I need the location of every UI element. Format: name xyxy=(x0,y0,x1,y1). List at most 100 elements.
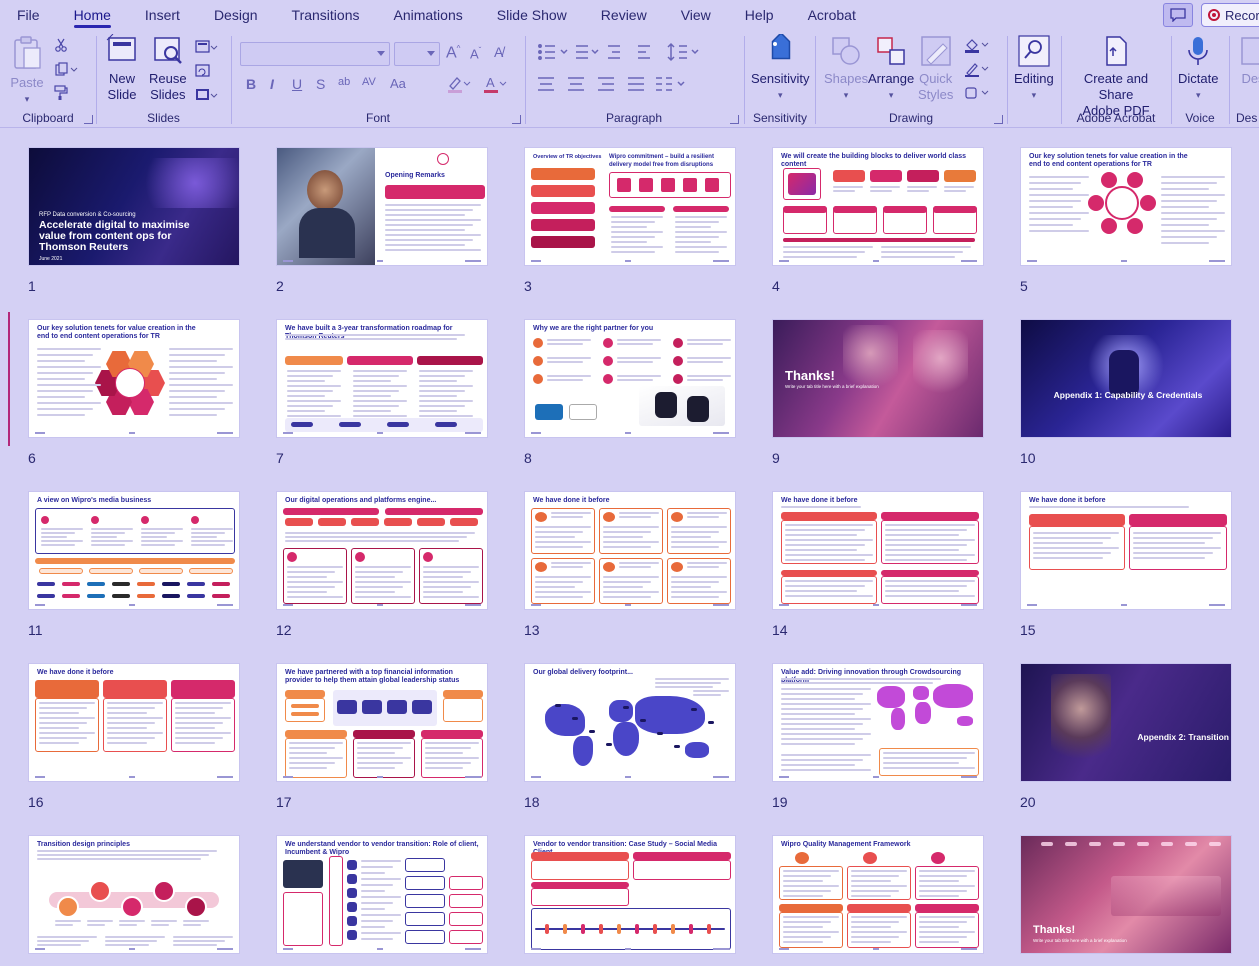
increase-font-size-icon[interactable]: A^ xyxy=(446,44,460,62)
slide-thumbnail[interactable]: A view on Wipro's media business 11 xyxy=(28,491,242,638)
shape-outline-button[interactable] xyxy=(962,60,992,78)
sensitivity-button[interactable]: Sensitivity ▾ xyxy=(751,34,810,103)
slide-preview[interactable]: Our global delivery footprint... xyxy=(524,663,736,782)
italic-icon[interactable]: I xyxy=(270,76,274,92)
tab-animations[interactable]: Animations xyxy=(376,0,479,30)
slide-preview[interactable]: We have done it before xyxy=(524,491,736,610)
slide-thumbnail[interactable]: Overview of TR objectives Wipro commitmen… xyxy=(524,147,738,294)
tab-help[interactable]: Help xyxy=(728,0,791,30)
slide-preview[interactable]: We have done it before xyxy=(772,491,984,610)
slide-thumbnail[interactable]: Thanks! Write your tab title here with a … xyxy=(772,319,986,466)
tab-acrobat[interactable]: Acrobat xyxy=(791,0,873,30)
slide-thumbnail[interactable]: We will create the building blocks to de… xyxy=(772,147,986,294)
reuse-slides-button[interactable]: Reuse Slides xyxy=(149,34,187,103)
tab-file[interactable]: File xyxy=(0,0,57,30)
slide-preview[interactable]: Appendix 2: Transition xyxy=(1020,663,1232,782)
slide-preview[interactable]: We have done it before xyxy=(28,663,240,782)
layout-button[interactable] xyxy=(193,38,221,56)
cut-button[interactable] xyxy=(52,36,70,54)
shapes-button[interactable]: Shapes ▾ xyxy=(824,34,868,103)
font-color-button[interactable]: A xyxy=(482,74,508,94)
slide-preview[interactable]: Overview of TR objectives Wipro commitmen… xyxy=(524,147,736,266)
slide-preview[interactable]: RFP Data conversion & Co-sourcing Acceler… xyxy=(28,147,240,266)
slide-thumbnail[interactable]: We have done it before 16 xyxy=(28,663,242,810)
strikethrough-icon[interactable]: S xyxy=(316,76,325,92)
copy-button[interactable] xyxy=(52,60,82,78)
slide-preview[interactable]: Wipro Quality Management Framework xyxy=(772,835,984,954)
slide-thumbnail[interactable]: Transition design principles21 xyxy=(28,835,242,966)
font-launcher-icon[interactable] xyxy=(512,115,521,124)
bold-icon[interactable]: B xyxy=(246,76,256,92)
decrease-font-size-icon[interactable]: Aˇ xyxy=(470,46,481,61)
quick-styles-button[interactable]: Quick Styles xyxy=(918,34,953,103)
slide-preview[interactable]: Our digital operations and platforms eng… xyxy=(276,491,488,610)
slide-thumbnail[interactable]: Vendor to vendor transition: Case Study … xyxy=(524,835,738,966)
slide-thumbnail[interactable]: Appendix 1: Capability & Credentials 10 xyxy=(1020,319,1234,466)
slide-preview[interactable]: We have partnered with a top financial i… xyxy=(276,663,488,782)
font-size-select[interactable] xyxy=(394,42,440,66)
slide-thumbnail[interactable]: Value add: Driving innovation through Cr… xyxy=(772,663,986,810)
slide-thumbnail[interactable]: Appendix 2: Transition 20 xyxy=(1020,663,1234,810)
clipboard-launcher-icon[interactable] xyxy=(84,115,93,124)
shape-fill-button[interactable] xyxy=(962,36,992,54)
slide-preview[interactable]: Value add: Driving innovation through Cr… xyxy=(772,663,984,782)
slide-thumbnail[interactable]: We understand vendor to vendor transitio… xyxy=(276,835,490,966)
slide-preview[interactable]: We understand vendor to vendor transitio… xyxy=(276,835,488,954)
paste-button[interactable]: Paste ▾ xyxy=(10,34,44,107)
slide-thumbnail[interactable]: We have partnered with a top financial i… xyxy=(276,663,490,810)
slide-thumbnail[interactable]: Our digital operations and platforms eng… xyxy=(276,491,490,638)
tab-insert[interactable]: Insert xyxy=(128,0,197,30)
clear-formatting-icon[interactable]: A̸ xyxy=(494,44,503,60)
format-painter-button[interactable] xyxy=(52,84,70,102)
slide-preview[interactable]: Thanks! Write your tab title here with a … xyxy=(772,319,984,438)
slide-preview[interactable]: Our key solution tenets for value creati… xyxy=(1020,147,1232,266)
highlight-color-button[interactable] xyxy=(446,74,472,94)
tab-slide-show[interactable]: Slide Show xyxy=(480,0,584,30)
slide-preview[interactable]: Appendix 1: Capability & Credentials xyxy=(1020,319,1232,438)
change-case-icon[interactable]: Aa xyxy=(390,76,406,91)
shape-effects-button[interactable] xyxy=(962,84,992,102)
slide-preview[interactable]: Opening Remarks xyxy=(276,147,488,266)
slide-thumbnail[interactable]: Our key solution tenets for value creati… xyxy=(28,319,242,466)
slide-thumbnail[interactable]: We have done it before 13 xyxy=(524,491,738,638)
slide-preview[interactable]: We have built a 3-year transformation ro… xyxy=(276,319,488,438)
slide-preview[interactable]: We have done it before xyxy=(1020,491,1232,610)
slide-preview[interactable]: We will create the building blocks to de… xyxy=(772,147,984,266)
slide-preview[interactable]: Why we are the right partner for you xyxy=(524,319,736,438)
slide-preview[interactable]: Transition design principles xyxy=(28,835,240,954)
slide-thumbnail[interactable]: Opening Remarks 2 xyxy=(276,147,490,294)
tab-view[interactable]: View xyxy=(664,0,728,30)
dictate-button[interactable]: Dictate ▾ xyxy=(1178,34,1218,103)
slide-preview[interactable]: A view on Wipro's media business xyxy=(28,491,240,610)
tab-review[interactable]: Review xyxy=(584,0,664,30)
tab-transitions[interactable]: Transitions xyxy=(275,0,377,30)
new-slide-button[interactable]: New Slide xyxy=(105,34,139,103)
slide-thumbnail[interactable]: We have built a 3-year transformation ro… xyxy=(276,319,490,466)
slide-thumbnail[interactable]: RFP Data conversion & Co-sourcing Acceler… xyxy=(28,147,242,294)
reset-button[interactable] xyxy=(193,62,221,80)
slide-thumbnail[interactable]: Wipro Quality Management Framework24 xyxy=(772,835,986,966)
tab-home[interactable]: Home xyxy=(57,0,128,30)
section-button[interactable] xyxy=(193,86,221,104)
slide-thumbnail[interactable]: We have done it before 15 xyxy=(1020,491,1234,638)
comments-button[interactable] xyxy=(1163,3,1193,27)
drawing-launcher-icon[interactable] xyxy=(994,115,1003,124)
paragraph-launcher-icon[interactable] xyxy=(730,115,739,124)
slide-thumbnail[interactable]: We have done it before 14 xyxy=(772,491,986,638)
shadow-icon[interactable]: ab xyxy=(338,76,350,88)
tab-design[interactable]: Design xyxy=(197,0,275,30)
underline-icon[interactable]: U xyxy=(292,76,302,92)
slide-thumbnail[interactable]: Thanks! Write your tab title here with a … xyxy=(1020,835,1234,966)
slide-preview[interactable]: Thanks! Write your tab title here with a … xyxy=(1020,835,1232,954)
character-spacing-icon[interactable]: AV xyxy=(362,76,376,88)
record-button[interactable]: Record xyxy=(1201,3,1259,27)
slide-thumbnail[interactable]: Why we are the right partner for you 8 xyxy=(524,319,738,466)
slide-thumbnail[interactable]: Our global delivery footprint... 18 xyxy=(524,663,738,810)
font-family-select[interactable] xyxy=(240,42,390,66)
slide-preview[interactable]: Vendor to vendor transition: Case Study … xyxy=(524,835,736,954)
arrange-button[interactable]: Arrange ▾ xyxy=(868,34,914,103)
paragraph-tools-icon[interactable] xyxy=(536,42,736,106)
designer-button[interactable]: Des xyxy=(1238,34,1259,87)
editing-button[interactable]: Editing ▾ xyxy=(1014,34,1054,103)
create-share-pdf-button[interactable]: Create and Share Adobe PDF xyxy=(1068,34,1164,119)
